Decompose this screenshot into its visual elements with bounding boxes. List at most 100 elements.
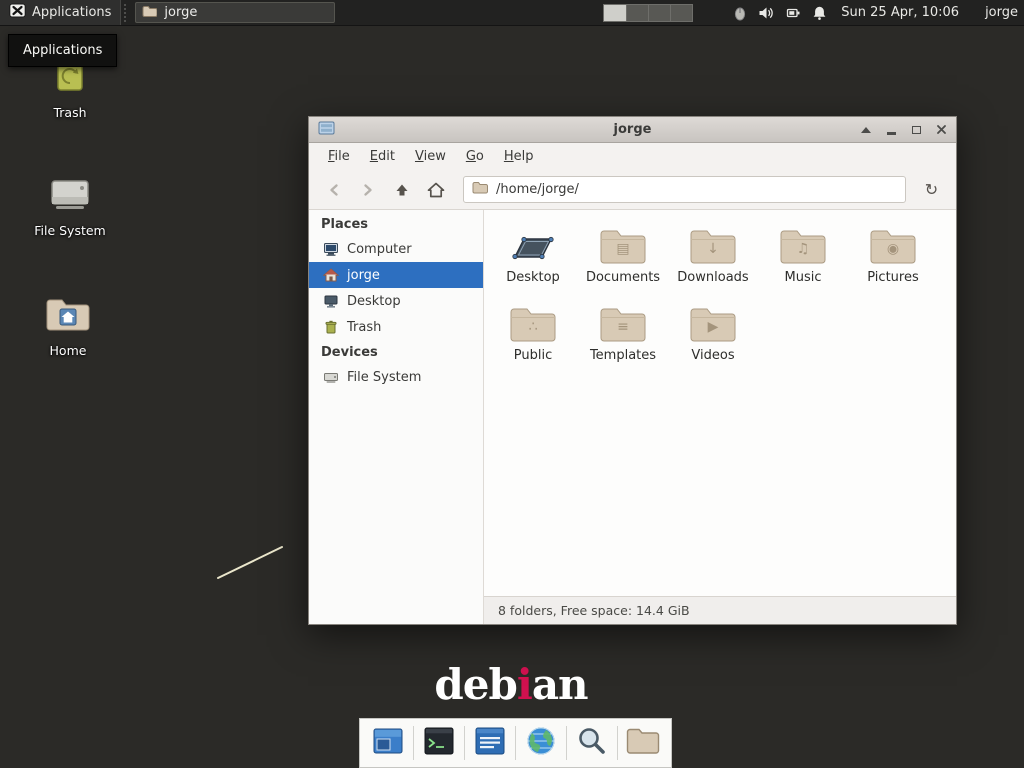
sidebar-item-computer[interactable]: Computer <box>309 236 483 262</box>
titlebar[interactable]: jorge <box>309 117 956 143</box>
folder-label: Documents <box>586 270 660 285</box>
dock-file-manager-button[interactable] <box>625 723 661 763</box>
dock-separator <box>464 726 465 760</box>
sidebar-item-label: Trash <box>347 320 381 335</box>
window-manager-icon <box>371 724 405 762</box>
sidebar-item-label: File System <box>347 370 421 385</box>
hard-drive-icon <box>47 174 93 218</box>
terminal-icon <box>422 724 456 762</box>
sidebar-item-label: Computer <box>347 242 412 257</box>
folder-desktop[interactable]: Desktop <box>488 224 578 285</box>
folder-documents[interactable]: ▤Documents <box>578 224 668 285</box>
computer-icon <box>323 241 339 257</box>
mouse-icon[interactable] <box>733 5 747 21</box>
desktop-icon-label: File System <box>34 223 106 238</box>
folder-label: Downloads <box>677 270 748 285</box>
dock-separator <box>617 726 618 760</box>
dock-app-menu-button[interactable] <box>472 723 508 763</box>
folder-label: Music <box>785 270 822 285</box>
menu-go[interactable]: Go <box>457 145 493 168</box>
sidebar-item-desktop[interactable]: Desktop <box>309 288 483 314</box>
workspace-pane-3[interactable] <box>648 5 670 21</box>
menu-edit[interactable]: Edit <box>361 145 404 168</box>
template-emblem-icon: ≡ <box>599 317 647 337</box>
back-button[interactable] <box>318 175 349 205</box>
desktop-icon-label: Home <box>50 343 87 358</box>
close-button[interactable] <box>935 124 947 136</box>
applications-icon <box>9 3 26 22</box>
folder-public[interactable]: ∴ Public <box>488 302 578 363</box>
sidebar-item-trash[interactable]: Trash <box>309 314 483 340</box>
path-bar[interactable]: /home/jorge/ <box>463 176 906 203</box>
dock-separator <box>566 726 567 760</box>
home-folder-icon <box>45 296 91 338</box>
forward-button[interactable] <box>352 175 383 205</box>
web-browser-icon <box>524 724 558 762</box>
workspace-pane-2[interactable] <box>626 5 648 21</box>
dock <box>359 718 672 768</box>
path-text: /home/jorge/ <box>496 182 579 197</box>
dock-web-browser-button[interactable] <box>523 723 559 763</box>
debian-logo: debian <box>431 660 591 709</box>
arrow-down-emblem-icon: ↓ <box>689 239 737 259</box>
drive-icon <box>323 369 339 385</box>
dock-terminal-button[interactable] <box>421 723 457 763</box>
workspace-switcher[interactable] <box>603 4 693 22</box>
volume-icon[interactable] <box>758 5 774 21</box>
desktop-icon-label: Trash <box>53 105 86 120</box>
folder-pictures[interactable]: ◉Pictures <box>848 224 938 285</box>
workspace-pane-4[interactable] <box>670 5 692 21</box>
taskbar-window-label: jorge <box>164 5 197 20</box>
notifications-icon[interactable] <box>812 5 827 21</box>
folder-downloads[interactable]: ↓ Downloads <box>668 224 758 285</box>
desktop: Applications jorge Sun 25 Apr, 10:06 jor… <box>0 0 1024 768</box>
menu-file[interactable]: File <box>319 145 359 168</box>
wallpaper-stray-line <box>212 541 290 583</box>
folder-label: Videos <box>691 348 734 363</box>
menu-help[interactable]: Help <box>495 145 543 168</box>
desktop-icon-home[interactable]: Home <box>13 290 123 358</box>
shade-button[interactable] <box>860 124 872 136</box>
up-button[interactable] <box>386 175 417 205</box>
workspace-pane-1[interactable] <box>604 5 626 21</box>
file-manager-window: jorge File Edit View Go Help /home/jorge… <box>308 116 957 625</box>
folder-icon: ∴ <box>509 302 557 344</box>
taskbar-window-button[interactable]: jorge <box>135 2 335 23</box>
sidebar-item-jorge[interactable]: jorge <box>309 262 483 288</box>
panel-username: jorge <box>985 5 1018 20</box>
application-finder-icon <box>575 724 609 762</box>
sidebar-item-file-system[interactable]: File System <box>309 364 483 390</box>
folder-videos[interactable]: ▶Videos <box>668 302 758 363</box>
reload-button[interactable]: ↻ <box>916 175 947 205</box>
dock-separator <box>515 726 516 760</box>
folder-music[interactable]: ♫Music <box>758 224 848 285</box>
window-controls <box>860 124 947 136</box>
trash-icon <box>323 319 339 335</box>
file-manager-icon <box>626 726 660 760</box>
applications-menu-button[interactable]: Applications <box>0 0 121 25</box>
sidebar-header-places: Places <box>309 212 483 236</box>
folder-grid: Desktop ▤Documents ↓ Downloads ♫Music◉Pictur… <box>488 224 956 363</box>
toolbar: /home/jorge/ ↻ <box>309 170 956 210</box>
home-button[interactable] <box>420 175 451 205</box>
sidebar-item-label: jorge <box>347 268 380 283</box>
panel-clock[interactable]: Sun 25 Apr, 10:06 <box>841 5 959 20</box>
maximize-button[interactable] <box>910 124 922 136</box>
sidebar-item-label: Desktop <box>347 294 401 309</box>
dock-application-finder-button[interactable] <box>574 723 610 763</box>
desktop-icon-file-system[interactable]: File System <box>15 170 125 238</box>
folder-view[interactable]: Desktop ▤Documents ↓ Downloads ♫Music◉Pictur… <box>484 210 956 596</box>
applications-label: Applications <box>32 5 111 20</box>
path-folder-icon <box>472 181 488 198</box>
dock-window-manager-button[interactable] <box>370 723 406 763</box>
window-title: jorge <box>309 122 956 137</box>
debian-swirl: i <box>517 660 532 709</box>
power-icon[interactable] <box>785 5 801 21</box>
menu-view[interactable]: View <box>406 145 455 168</box>
folder-label: Public <box>514 348 552 363</box>
folder-label: Desktop <box>506 270 560 285</box>
statusbar: 8 folders, Free space: 14.4 GiB <box>484 596 956 624</box>
system-tray <box>733 5 827 21</box>
folder-templates[interactable]: ≡Templates <box>578 302 668 363</box>
minimize-button[interactable] <box>885 124 897 136</box>
